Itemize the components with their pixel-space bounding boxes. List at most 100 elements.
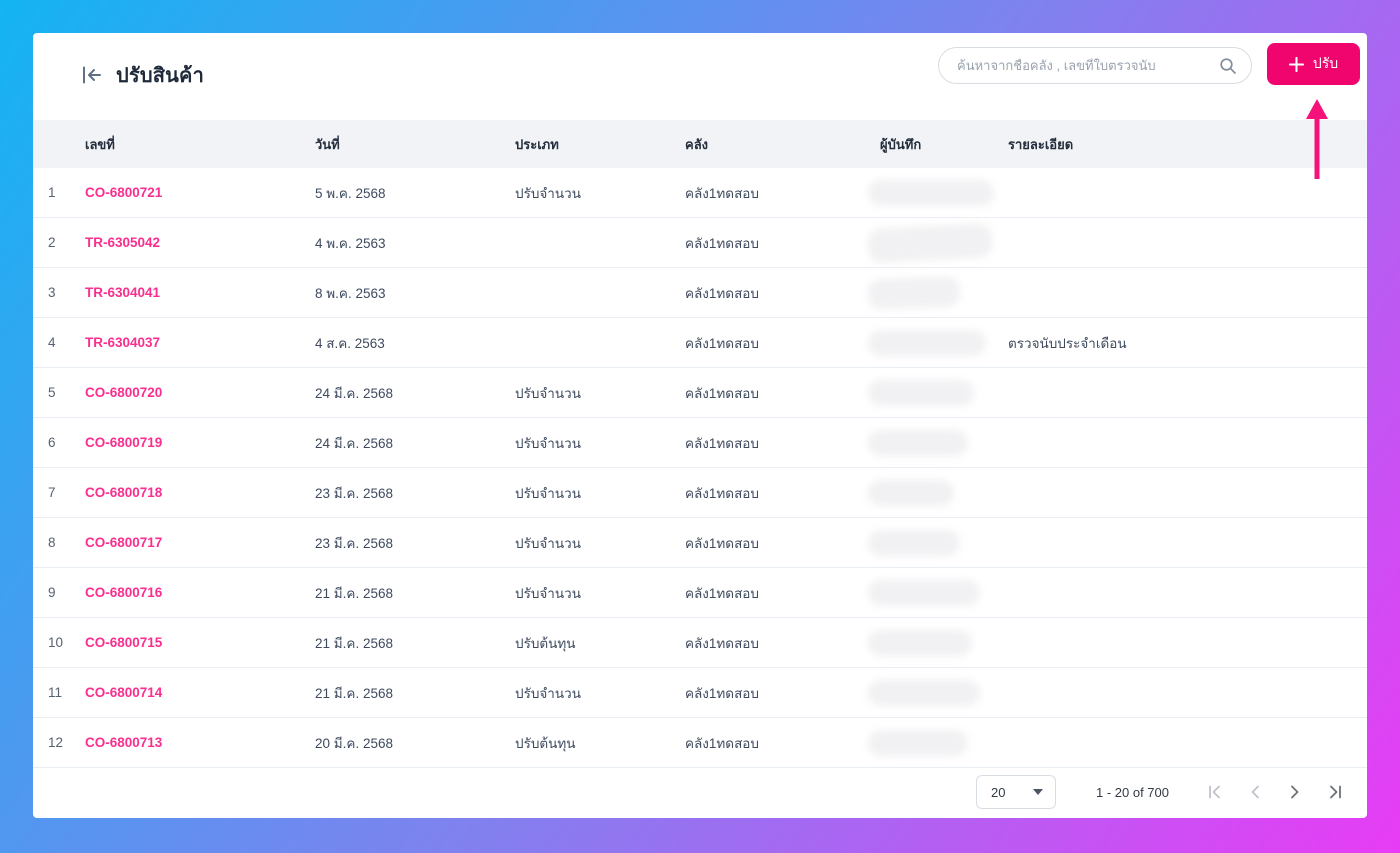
recorder-redacted-blob (868, 529, 960, 556)
search-input[interactable] (957, 58, 1219, 73)
row-recorder (868, 529, 1008, 556)
table-row: 3 TR-6304041 8 พ.ค. 2563 คลัง1ทดสอบ (33, 268, 1367, 318)
row-warehouse: คลัง1ทดสอบ (685, 735, 759, 751)
document-number-link[interactable]: CO-6800719 (85, 435, 162, 450)
row-index: 10 (48, 635, 64, 650)
table-row: 4 TR-6304037 4 ส.ค. 2563 คลัง1ทดสอบ ตรวจ… (33, 318, 1367, 368)
first-page-button[interactable] (1195, 775, 1235, 809)
recorder-redacted-blob (868, 429, 968, 456)
collapse-sidebar-icon[interactable] (81, 65, 103, 85)
chevron-down-icon (1033, 789, 1043, 795)
row-index: 1 (48, 185, 56, 200)
row-warehouse: คลัง1ทดสอบ (685, 535, 759, 551)
row-warehouse: คลัง1ทดสอบ (685, 185, 759, 201)
row-date: 4 พ.ค. 2563 (315, 235, 386, 251)
row-recorder (868, 179, 1008, 206)
row-type: ปรับจำนวน (515, 585, 581, 601)
recorder-redacted-blob (868, 729, 968, 756)
recorder-redacted-blob (868, 379, 974, 406)
document-number-link[interactable]: CO-6800717 (85, 535, 162, 550)
row-date: 21 มี.ค. 2568 (315, 585, 393, 601)
row-index: 12 (48, 735, 64, 750)
column-header-date: วันที่ (315, 136, 340, 152)
column-header-recorder: ผู้บันทึก (880, 136, 922, 152)
row-warehouse: คลัง1ทดสอบ (685, 435, 759, 451)
plus-icon (1288, 56, 1304, 72)
document-number-link[interactable]: TR-6304037 (85, 335, 160, 350)
recorder-redacted-blob (867, 275, 961, 310)
row-date: 23 มี.ค. 2568 (315, 485, 393, 501)
row-warehouse: คลัง1ทดสอบ (685, 685, 759, 701)
column-header-type: ประเภท (515, 136, 559, 152)
table-row: 12 CO-6800713 20 มี.ค. 2568 ปรับต้นทุน ค… (33, 718, 1367, 768)
row-date: 21 มี.ค. 2568 (315, 635, 393, 651)
row-type: ปรับจำนวน (515, 185, 581, 201)
row-date: 8 พ.ค. 2563 (315, 285, 386, 301)
page-size-select[interactable]: 20 (976, 775, 1056, 809)
recorder-redacted-blob (868, 679, 980, 706)
search-icon[interactable] (1219, 57, 1237, 75)
row-recorder (867, 275, 1008, 310)
row-type: ปรับจำนวน (515, 385, 581, 401)
last-page-button[interactable] (1315, 775, 1355, 809)
row-warehouse: คลัง1ทดสอบ (685, 485, 759, 501)
document-number-link[interactable]: CO-6800721 (85, 185, 162, 200)
row-type: ปรับจำนวน (515, 685, 581, 701)
search-box[interactable] (938, 47, 1252, 84)
document-number-link[interactable]: CO-6800714 (85, 685, 162, 700)
topbar: ปรับสินค้า ปรับ (33, 33, 1367, 120)
row-recorder (868, 429, 1008, 456)
row-index: 2 (48, 235, 56, 250)
table-row: 1 CO-6800721 5 พ.ค. 2568 ปรับจำนวน คลัง1… (33, 168, 1367, 218)
document-number-link[interactable]: CO-6800720 (85, 385, 162, 400)
next-page-button[interactable] (1275, 775, 1315, 809)
table-row: 6 CO-6800719 24 มี.ค. 2568 ปรับจำนวน คลั… (33, 418, 1367, 468)
previous-page-button[interactable] (1235, 775, 1275, 809)
recorder-redacted-blob (868, 479, 954, 506)
recorder-redacted-blob (868, 329, 986, 356)
row-warehouse: คลัง1ทดสอบ (685, 285, 759, 301)
row-type: ปรับจำนวน (515, 435, 581, 451)
row-index: 5 (48, 385, 56, 400)
document-number-link[interactable]: TR-6305042 (85, 235, 160, 250)
row-recorder (868, 379, 1008, 406)
row-index: 7 (48, 485, 56, 500)
row-date: 20 มี.ค. 2568 (315, 735, 393, 751)
document-number-link[interactable]: CO-6800713 (85, 735, 162, 750)
row-index: 4 (48, 335, 56, 350)
row-recorder (868, 579, 1008, 606)
row-recorder (868, 329, 1008, 356)
annotation-arrow-icon (1300, 99, 1334, 186)
row-warehouse: คลัง1ทดสอบ (685, 635, 759, 651)
row-warehouse: คลัง1ทดสอบ (685, 385, 759, 401)
document-number-link[interactable]: CO-6800715 (85, 635, 162, 650)
row-index: 9 (48, 585, 56, 600)
main-panel: ปรับสินค้า ปรับ เลขที่ วันที่ (33, 33, 1367, 818)
row-index: 6 (48, 435, 56, 450)
row-warehouse: คลัง1ทดสอบ (685, 235, 759, 251)
document-number-link[interactable]: CO-6800718 (85, 485, 162, 500)
table-row: 7 CO-6800718 23 มี.ค. 2568 ปรับจำนวน คลั… (33, 468, 1367, 518)
row-index: 8 (48, 535, 56, 550)
row-date: 4 ส.ค. 2563 (315, 335, 385, 351)
row-date: 21 มี.ค. 2568 (315, 685, 393, 701)
pagination-bar: 20 1 - 20 of 700 (976, 772, 1355, 812)
column-header-number: เลขที่ (85, 136, 115, 152)
row-date: 24 มี.ค. 2568 (315, 435, 393, 451)
row-type: ปรับต้นทุน (515, 735, 576, 751)
row-recorder (868, 479, 1008, 506)
row-date: 24 มี.ค. 2568 (315, 385, 393, 401)
document-number-link[interactable]: TR-6304041 (85, 285, 160, 300)
document-number-link[interactable]: CO-6800716 (85, 585, 162, 600)
column-header-warehouse: คลัง (685, 136, 709, 152)
row-index: 11 (48, 685, 63, 700)
table-body: 1 CO-6800721 5 พ.ค. 2568 ปรับจำนวน คลัง1… (33, 168, 1367, 768)
chevron-right-icon (1291, 785, 1299, 799)
page-title: ปรับสินค้า (116, 65, 205, 87)
row-warehouse: คลัง1ทดสอบ (685, 585, 759, 601)
row-type: ปรับจำนวน (515, 535, 581, 551)
recorder-redacted-blob (868, 579, 980, 606)
row-recorder (868, 629, 1008, 656)
add-adjustment-button[interactable]: ปรับ (1267, 43, 1360, 85)
row-warehouse: คลัง1ทดสอบ (685, 335, 759, 351)
